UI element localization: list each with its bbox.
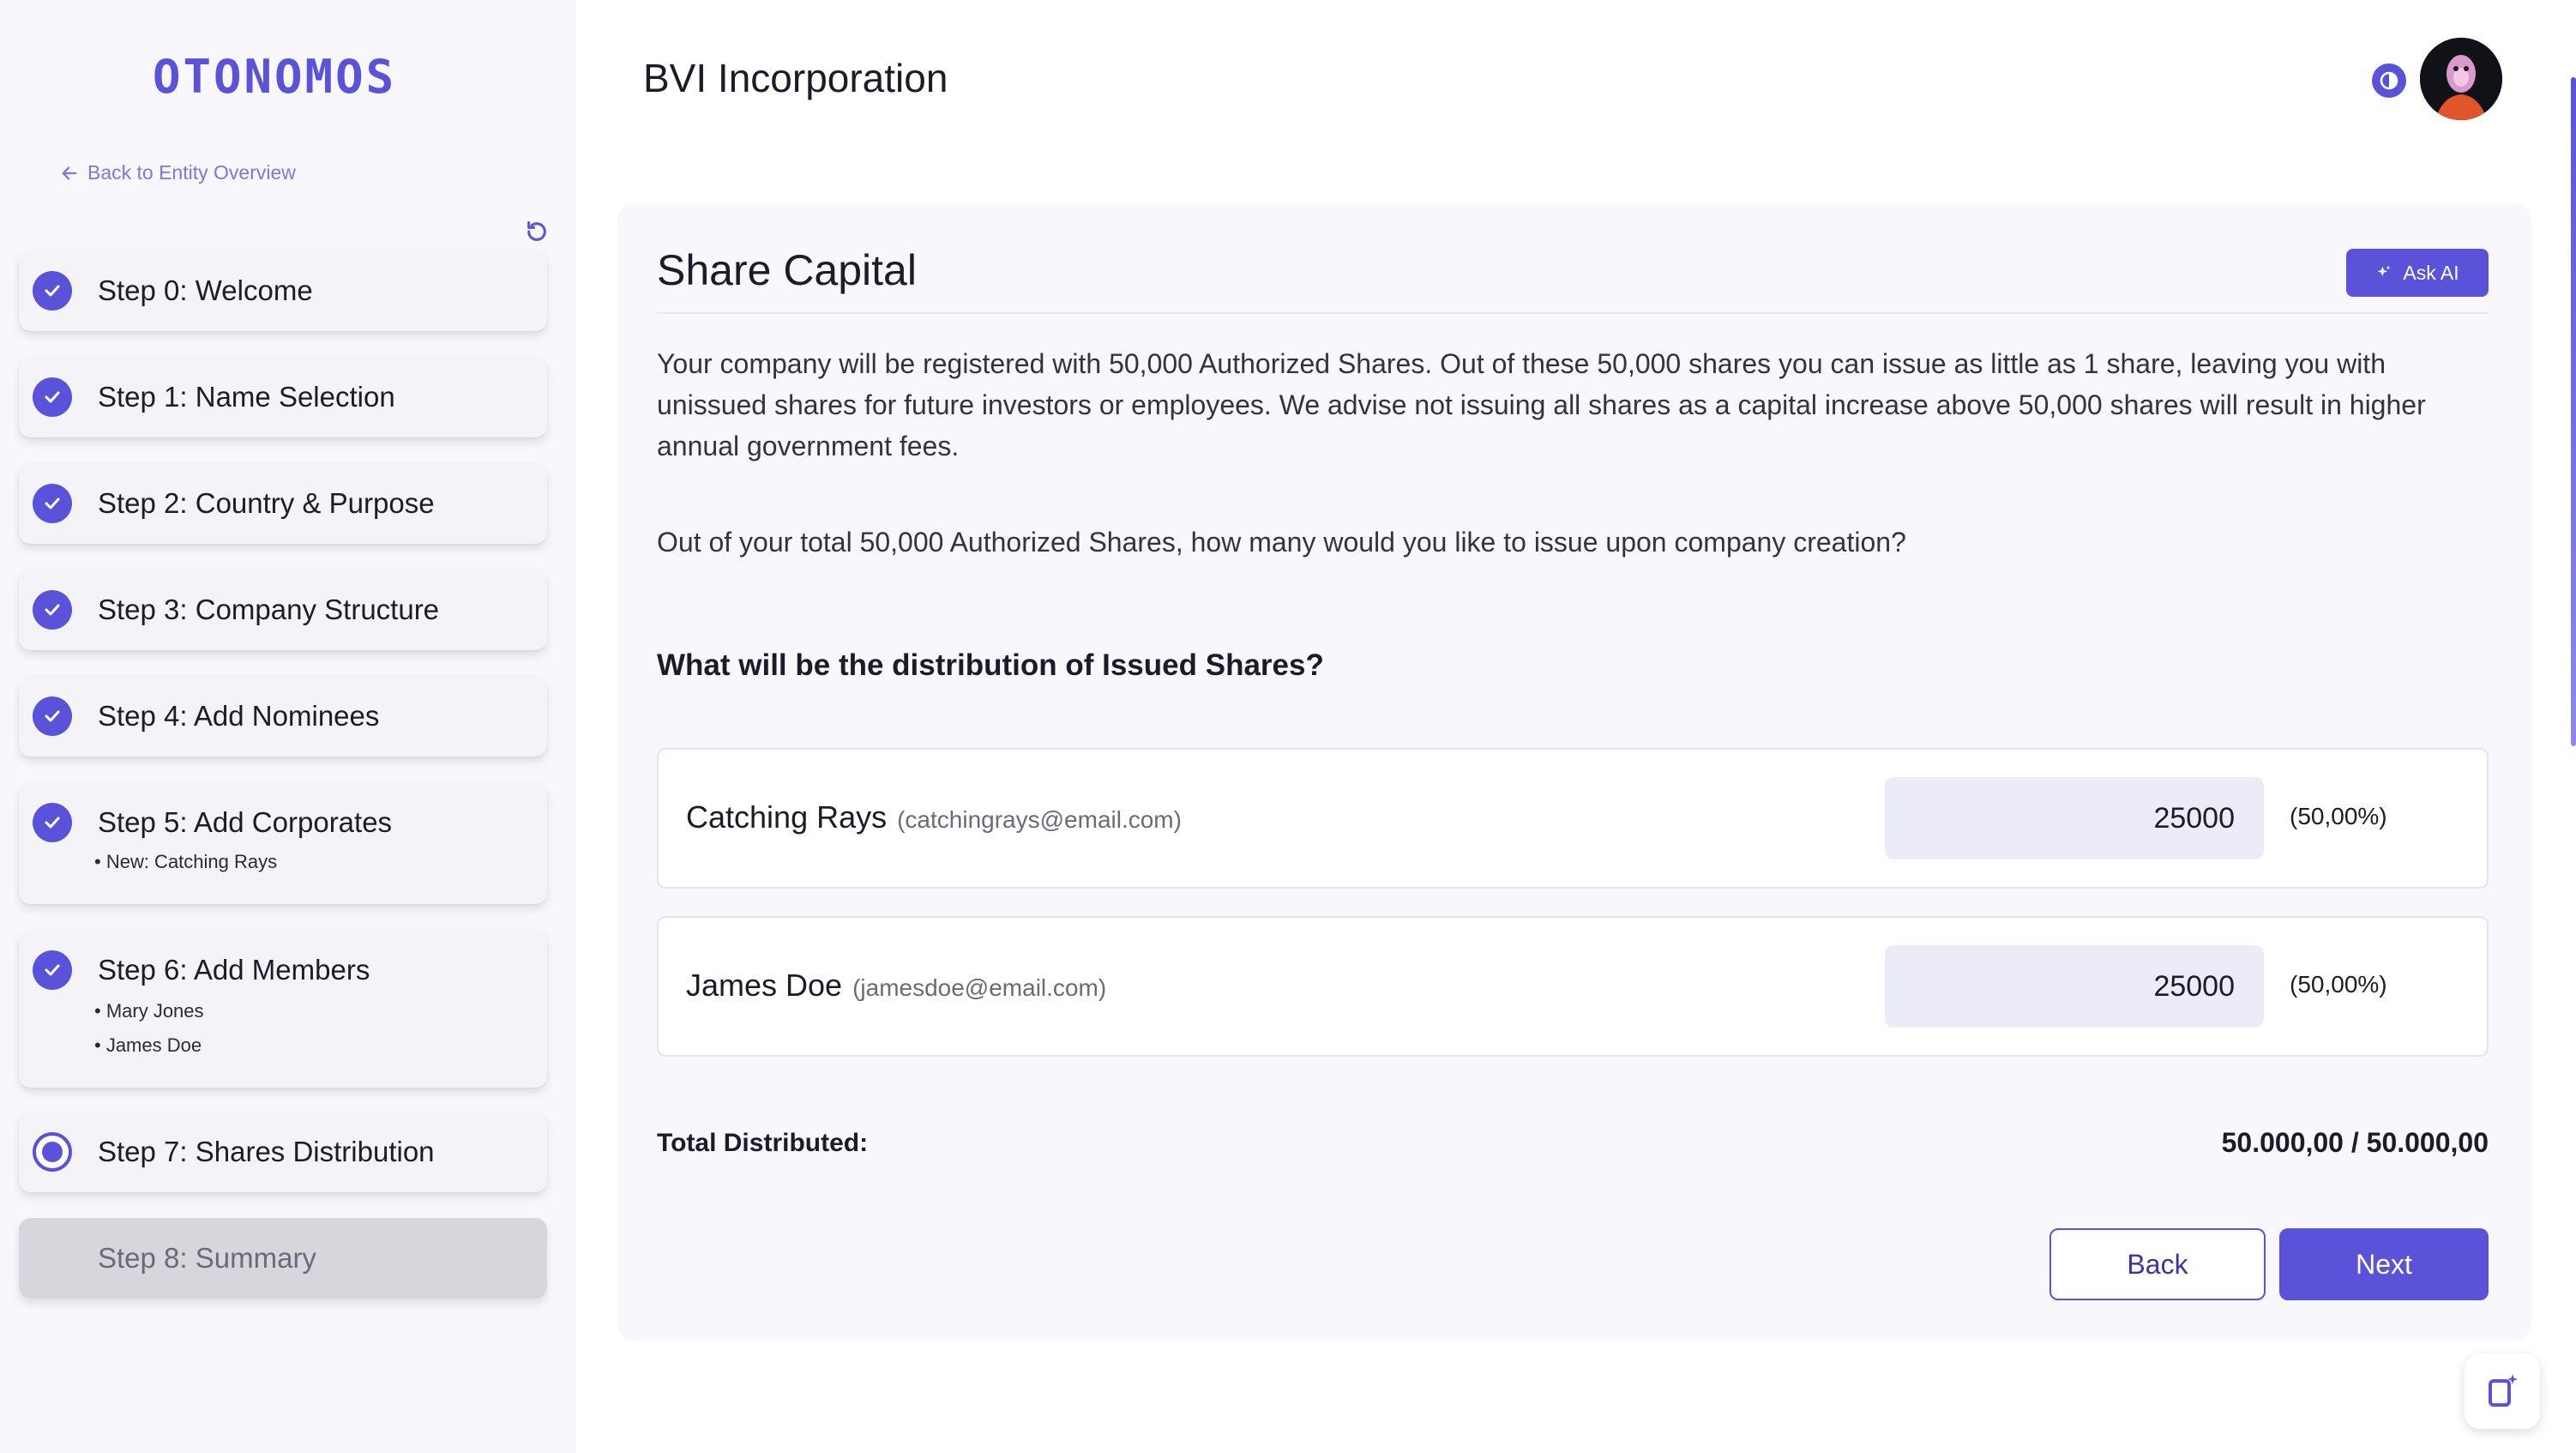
member-name: James Doe	[686, 968, 843, 1003]
share-percentage: (50,00%)	[2290, 971, 2387, 998]
step-company-structure[interactable]: Step 3: Company Structure	[19, 570, 547, 650]
total-distributed-label: Total Distributed:	[657, 1129, 869, 1157]
check-icon	[33, 590, 72, 630]
step-sub-item: • Mary Jones	[94, 1000, 204, 1022]
member-name-line: James Doe (jamesdoe@email.com)	[686, 968, 1106, 1004]
step-label: Step 5: Add Corporates	[98, 806, 393, 838]
member-email: (jamesdoe@email.com)	[852, 974, 1107, 1001]
step-label: Step 0: Welcome	[98, 274, 313, 306]
step-label: Step 6: Add Members	[98, 954, 370, 986]
half-circle-icon	[2380, 71, 2398, 90]
check-icon	[33, 696, 72, 736]
arrow-left-icon	[62, 166, 77, 180]
ask-ai-button[interactable]: Ask AI	[2346, 249, 2489, 297]
help-widget-icon[interactable]	[2465, 1354, 2540, 1429]
check-icon	[33, 484, 72, 523]
page-title: BVI Incorporation	[643, 56, 948, 100]
current-step-icon	[33, 1132, 72, 1172]
step-sub-item: • James Doe	[94, 1034, 202, 1056]
sparkle-icon	[2377, 265, 2391, 277]
back-link-label: Back to Entity Overview	[87, 161, 296, 184]
avatar[interactable]	[2420, 38, 2502, 120]
check-icon	[33, 950, 72, 990]
member-row: Catching Rays (catchingrays@email.com) (5…	[657, 748, 2489, 889]
step-add-members[interactable]: Step 6: Add Members • Mary Jones • James…	[19, 930, 547, 1088]
avatar-image	[2420, 38, 2502, 120]
shares-input[interactable]	[1885, 777, 2264, 859]
step-summary: Step 8: Summary	[19, 1218, 547, 1299]
member-name-line: Catching Rays (catchingrays@email.com)	[686, 799, 1182, 835]
check-icon	[33, 377, 72, 417]
scrollbar[interactable]	[2571, 77, 2576, 746]
step-add-corporates[interactable]: Step 5: Add Corporates • New: Catching R…	[19, 782, 547, 904]
step-sub-item: • New: Catching Rays	[94, 851, 278, 872]
help-logo-icon	[2489, 1374, 2518, 1407]
divider	[657, 312, 2489, 314]
info-paragraph: Your company will be registered with 50,…	[657, 348, 2426, 461]
step-country-purpose[interactable]: Step 2: Country & Purpose	[19, 463, 547, 544]
step-shares-distribution[interactable]: Step 7: Shares Distribution	[19, 1112, 547, 1192]
shares-input[interactable]	[1885, 945, 2264, 1028]
refresh-icon[interactable]	[525, 220, 549, 244]
next-button[interactable]: Next	[2279, 1228, 2489, 1300]
back-button[interactable]: Back	[2049, 1228, 2266, 1300]
logo: OTONOMOS	[153, 50, 397, 104]
step-label: Step 8: Summary	[98, 1242, 316, 1274]
distribution-question: What will be the distribution of Issued …	[657, 648, 1324, 682]
back-to-entity-overview-link[interactable]: Back to Entity Overview	[60, 161, 296, 184]
check-icon	[33, 803, 72, 842]
step-name-selection[interactable]: Step 1: Name Selection	[19, 357, 547, 437]
share-capital-card: Share Capital Ask AI Your company will b…	[617, 202, 2531, 1341]
theme-toggle-icon[interactable]	[2372, 63, 2406, 98]
member-row: James Doe (jamesdoe@email.com) (50,00%)	[657, 916, 2489, 1057]
step-welcome[interactable]: Step 0: Welcome	[19, 250, 547, 331]
card-title: Share Capital	[657, 246, 917, 294]
share-percentage: (50,00%)	[2290, 803, 2387, 829]
issue-prompt: Out of your total 50,000 Authorized Shar…	[657, 527, 1906, 558]
member-name: Catching Rays	[686, 799, 888, 835]
step-label: Step 1: Name Selection	[98, 381, 395, 413]
ask-ai-label: Ask AI	[2403, 261, 2459, 284]
member-email: (catchingrays@email.com)	[897, 806, 1182, 833]
total-distributed-value: 50.000,00 / 50.000,00	[2221, 1127, 2489, 1158]
step-label: Step 7: Shares Distribution	[98, 1136, 435, 1167]
step-label: Step 4: Add Nominees	[98, 700, 380, 732]
step-label: Step 3: Company Structure	[98, 594, 440, 625]
sidebar: OTONOMOS Back to Entity Overview Step 0:…	[0, 0, 576, 1453]
step-add-nominees[interactable]: Step 4: Add Nominees	[19, 676, 547, 757]
step-label: Step 2: Country & Purpose	[98, 487, 435, 519]
check-icon	[33, 271, 72, 310]
